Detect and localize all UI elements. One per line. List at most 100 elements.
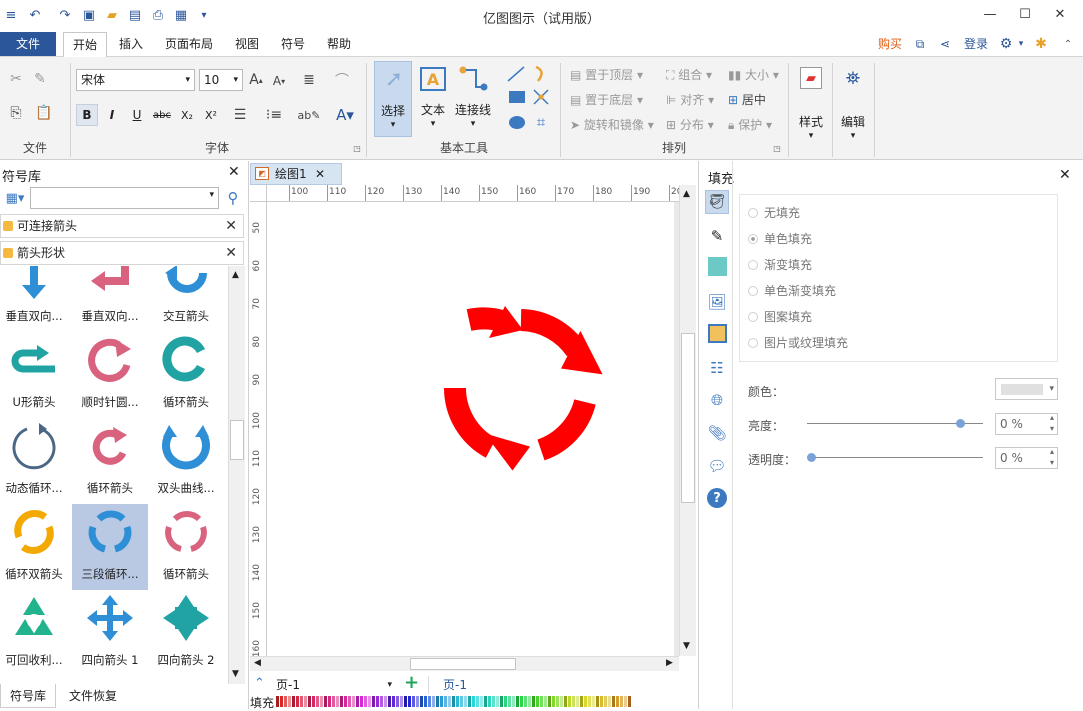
palette-swatch[interactable] <box>296 696 299 707</box>
maximize-button[interactable]: ☐ <box>1010 4 1040 24</box>
palette-swatch[interactable] <box>388 696 391 707</box>
palette-swatch[interactable] <box>616 696 619 707</box>
palette-swatch[interactable] <box>620 696 623 707</box>
palette-swatch[interactable] <box>280 696 283 707</box>
radio-gradient-fill[interactable]: 渐变填充 <box>748 255 812 275</box>
align-button[interactable]: ⊫ 对齐 ▾ <box>666 91 714 108</box>
scroll-down-icon[interactable]: ▼ <box>683 641 690 651</box>
library-scrollbar[interactable]: ▲ ▼ <box>228 266 245 684</box>
center-button[interactable]: ⊞ 居中 <box>728 91 766 108</box>
palette-swatch[interactable] <box>496 696 499 707</box>
palette-swatch[interactable] <box>552 696 555 707</box>
brightness-slider[interactable] <box>807 419 983 428</box>
tab-symbol-library[interactable]: 符号库 <box>0 684 56 708</box>
spinner-icon[interactable]: ▴ ▾ <box>1050 412 1054 434</box>
new-file-icon[interactable]: ▣ <box>80 6 98 24</box>
symbol-item[interactable]: 交互箭头 <box>148 266 224 332</box>
palette-swatch[interactable] <box>292 696 295 707</box>
palette-swatch[interactable] <box>580 696 583 707</box>
font-name-select[interactable]: 宋体 ▾ <box>76 69 195 91</box>
palette-swatch[interactable] <box>456 696 459 707</box>
transparency-input[interactable]: 0 % ▴ ▾ <box>995 447 1058 469</box>
library-search-input[interactable]: ▾ <box>30 187 219 209</box>
style-button[interactable]: ▰ 样式 ▾ <box>794 61 828 151</box>
attachment-icon[interactable]: 📎︎ <box>705 421 729 445</box>
size-button[interactable]: ▮▮ 大小 ▾ <box>728 66 779 83</box>
palette-swatch[interactable] <box>540 696 543 707</box>
tab-file-recovery[interactable]: 文件恢复 <box>58 684 128 708</box>
scroll-right-icon[interactable]: ▶ <box>666 658 673 668</box>
scrollbar-thumb[interactable] <box>681 333 695 503</box>
palette-swatch[interactable] <box>432 696 435 707</box>
palette-swatch[interactable] <box>284 696 287 707</box>
paragraph-spacing-icon[interactable]: ☰ <box>227 104 253 126</box>
symbol-item[interactable]: 循环双箭头 <box>0 504 72 590</box>
palette-swatch[interactable] <box>380 696 383 707</box>
edit-button[interactable]: ⛯ 编辑 ▾ <box>836 61 870 151</box>
close-icon[interactable]: ✕ <box>225 242 237 264</box>
group-button[interactable]: ⛶ 组合 ▾ <box>666 66 712 83</box>
palette-swatch[interactable] <box>440 696 443 707</box>
underline-button[interactable]: U <box>127 104 147 126</box>
slider-thumb[interactable] <box>807 453 816 462</box>
bold-button[interactable]: B <box>76 104 98 126</box>
palette-swatch[interactable] <box>556 696 559 707</box>
palette-swatch[interactable] <box>604 696 607 707</box>
palette-swatch[interactable] <box>484 696 487 707</box>
list-icon[interactable]: ☷ <box>705 356 729 380</box>
paste-icon[interactable]: 📋 <box>30 103 58 123</box>
brightness-input[interactable]: 0 % ▴ ▾ <box>995 413 1058 435</box>
grow-font-icon[interactable]: A ▴ <box>247 70 265 90</box>
palette-swatch[interactable] <box>480 696 483 707</box>
spinner-icon[interactable]: ▴ ▾ <box>1050 446 1054 468</box>
settings-gear-icon[interactable]: ⚙ <box>998 36 1014 52</box>
palette-swatch[interactable] <box>448 696 451 707</box>
palette-swatch[interactable] <box>528 696 531 707</box>
close-icon[interactable]: ✕ <box>225 215 237 237</box>
palette-swatch[interactable] <box>464 696 467 707</box>
palette-swatch[interactable] <box>332 696 335 707</box>
symbol-item[interactable]: 循环箭头 <box>148 332 224 418</box>
pages-collapse-icon[interactable]: ⌃ <box>254 676 265 691</box>
palette-swatch[interactable] <box>400 696 403 707</box>
palette-swatch[interactable] <box>504 696 507 707</box>
scrollbar-thumb[interactable] <box>230 420 244 460</box>
palette-swatch[interactable] <box>452 696 455 707</box>
palette-swatch[interactable] <box>336 696 339 707</box>
palette-swatch[interactable] <box>356 696 359 707</box>
symbol-item[interactable]: 四向箭头 1 <box>72 590 148 676</box>
symbol-item[interactable]: 可回收利... <box>0 590 72 676</box>
palette-swatch[interactable] <box>592 696 595 707</box>
palette-swatch[interactable] <box>536 696 539 707</box>
buy-link[interactable]: 购买 <box>869 32 911 57</box>
library-grid-icon[interactable]: ▦▾ <box>2 189 28 207</box>
palette-swatch[interactable] <box>404 696 407 707</box>
palette-swatch[interactable] <box>420 696 423 707</box>
palette-swatch[interactable] <box>596 696 599 707</box>
save-icon[interactable]: ▤ <box>126 6 144 24</box>
palette-swatch[interactable] <box>508 696 511 707</box>
palette-swatch[interactable] <box>524 696 527 707</box>
palette-swatch[interactable] <box>408 696 411 707</box>
palette-swatch[interactable] <box>412 696 415 707</box>
fill-bucket-icon[interactable]: 🪣︎ <box>705 190 729 214</box>
library-close-icon[interactable]: ✕ <box>228 164 240 180</box>
palette-swatch[interactable] <box>384 696 387 707</box>
symbol-item[interactable]: 四向箭头 2 <box>148 590 224 676</box>
category-arrow-shapes[interactable]: 箭头形状 ✕ <box>0 241 244 265</box>
palette-swatch[interactable] <box>568 696 571 707</box>
close-button[interactable]: ✕ <box>1045 4 1075 24</box>
palette-swatch[interactable] <box>520 696 523 707</box>
customize-dropdown-icon[interactable]: ▾ <box>195 6 213 24</box>
format-painter-icon[interactable]: ✎ <box>30 69 50 89</box>
category-connectable-arrows[interactable]: 可连接箭头 ✕ <box>0 214 244 238</box>
radio-picture-fill[interactable]: 图片或纹理填充 <box>748 333 848 353</box>
undo-icon[interactable]: ↶ <box>26 6 44 24</box>
scroll-up-icon[interactable]: ▲ <box>683 189 690 199</box>
palette-swatch[interactable] <box>304 696 307 707</box>
palette-swatch[interactable] <box>352 696 355 707</box>
radio-solid-fill[interactable]: 单色填充 <box>748 229 812 249</box>
cut-icon[interactable]: ✂ <box>6 69 26 89</box>
palette-swatch[interactable] <box>492 696 495 707</box>
comment-icon[interactable]: 💬︎ <box>705 454 729 478</box>
